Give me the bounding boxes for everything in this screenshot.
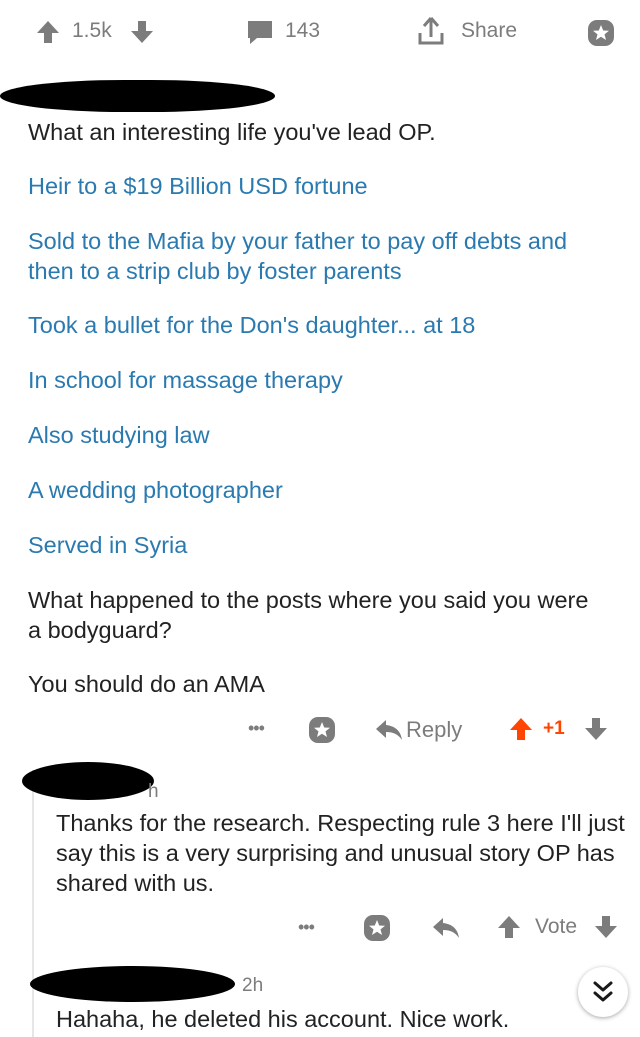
comment-link[interactable]: Also studying law (28, 420, 618, 450)
comment-link[interactable]: Sold to the Mafia by your father to pay … (28, 226, 608, 286)
comment-1-body: What an interesting life you've lead OP.… (28, 117, 618, 699)
upvote-icon[interactable] (34, 18, 62, 46)
comment-age: 2h (242, 975, 264, 996)
comment-score: +1 (543, 718, 565, 739)
more-options-button[interactable]: ••• (248, 718, 265, 739)
downvote-icon[interactable] (583, 715, 609, 743)
comment-text: You should do an AMA (28, 671, 265, 697)
comment-link[interactable]: Heir to a $19 Billion USD fortune (28, 171, 618, 201)
thread-line (32, 770, 34, 1037)
comment-text: What happened to the posts where you sai… (28, 587, 589, 643)
award-icon[interactable] (307, 715, 337, 745)
upvote-icon[interactable] (496, 913, 522, 941)
reply-icon[interactable] (431, 915, 461, 941)
comment-age: h (148, 781, 159, 802)
vote-button[interactable]: Vote (535, 915, 577, 939)
comment-link[interactable]: A wedding photographer (28, 475, 618, 505)
comment-icon[interactable] (245, 18, 275, 46)
comment-link[interactable]: Took a bullet for the Don's daughter... … (28, 310, 618, 340)
comment-2-text: Thanks for the research. Respecting rule… (56, 810, 625, 896)
redacted-username (30, 966, 235, 1002)
downvote-icon[interactable] (593, 913, 619, 941)
comment-link[interactable]: Served in Syria (28, 530, 618, 560)
next-comment-button[interactable] (578, 967, 628, 1017)
post-score: 1.5k (72, 19, 112, 42)
comment-link[interactable]: In school for massage therapy (28, 365, 618, 395)
comment-count: 143 (285, 19, 321, 42)
double-chevron-down-icon (591, 979, 615, 1005)
more-options-button[interactable]: ••• (298, 917, 315, 938)
downvote-icon[interactable] (128, 18, 156, 46)
award-icon[interactable] (586, 18, 616, 48)
reply-button[interactable]: Reply (406, 717, 462, 743)
comment-text: What an interesting life you've lead OP. (28, 119, 436, 145)
reply-icon[interactable] (374, 717, 404, 743)
comment-3-text: Hahaha, he deleted his account. Nice wor… (56, 1006, 510, 1032)
award-icon[interactable] (362, 913, 392, 943)
redacted-username (22, 762, 154, 800)
share-icon[interactable] (416, 15, 446, 47)
redacted-username (0, 80, 275, 112)
share-button[interactable]: Share (461, 19, 517, 43)
upvote-icon-active[interactable] (508, 715, 534, 743)
